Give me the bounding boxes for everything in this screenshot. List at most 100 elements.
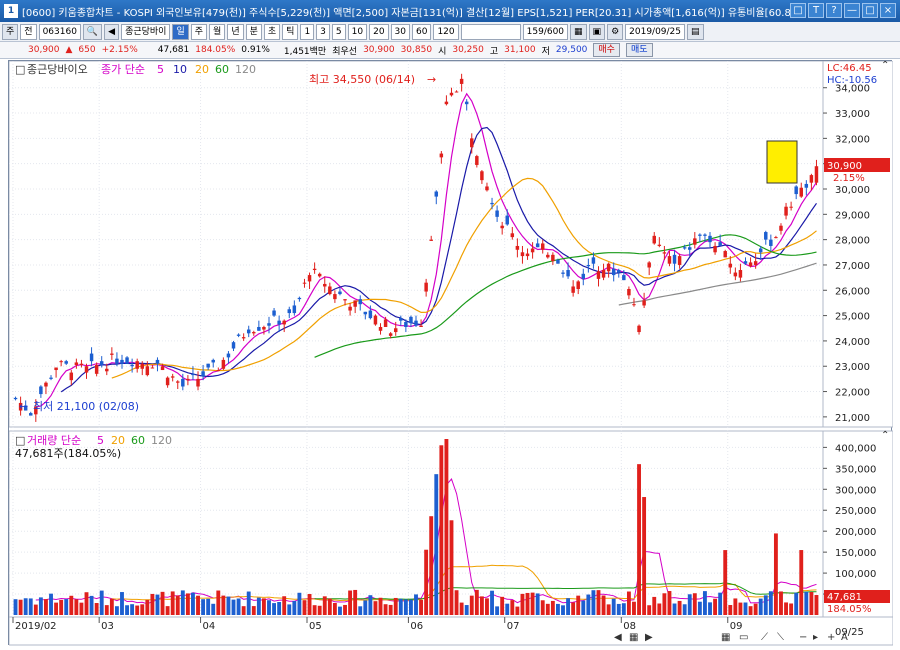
price-tick-label: 24,000 bbox=[835, 337, 870, 348]
fit-icon[interactable]: ▭ bbox=[739, 632, 748, 643]
tab-tick[interactable]: 틱 bbox=[282, 23, 299, 40]
minimize-icon[interactable]: — bbox=[844, 3, 860, 18]
help-icon[interactable]: ? bbox=[826, 3, 842, 18]
close-icon[interactable]: × bbox=[880, 3, 896, 18]
candle-body bbox=[505, 215, 509, 225]
volume-bar bbox=[535, 593, 540, 615]
volume-bar bbox=[723, 550, 728, 615]
sell-button[interactable]: 매도 bbox=[625, 43, 653, 57]
search-icon[interactable]: 🔍 bbox=[82, 23, 103, 40]
candle-body bbox=[317, 273, 322, 277]
candle-body bbox=[13, 397, 18, 400]
gear-icon[interactable]: ⚙ bbox=[607, 23, 624, 40]
grid-toggle-icon[interactable]: ▦ bbox=[721, 632, 730, 643]
price-panel[interactable] bbox=[8, 60, 824, 428]
volume-bar bbox=[120, 592, 124, 615]
volume-bar bbox=[525, 592, 530, 615]
interval-120[interactable]: 120 bbox=[433, 23, 459, 40]
buy-button[interactable]: 매수 bbox=[593, 43, 620, 57]
candle-body bbox=[236, 334, 241, 336]
diag-icon[interactable]: ⟍ bbox=[777, 632, 784, 643]
vol-ma-5: 5 bbox=[97, 434, 104, 447]
text-size-icon[interactable]: A bbox=[841, 632, 848, 643]
candle-body bbox=[252, 332, 256, 334]
volume-bar bbox=[241, 606, 246, 615]
volume-bar bbox=[485, 598, 489, 615]
zoom-out-icon[interactable]: − bbox=[799, 632, 807, 643]
custom-interval-input[interactable] bbox=[460, 23, 521, 40]
highlight-box[interactable] bbox=[766, 140, 798, 184]
calendar-icon[interactable]: ▤ bbox=[687, 23, 704, 40]
last-price-value: 30,900 bbox=[827, 161, 862, 172]
code-input[interactable]: 063160 bbox=[38, 23, 81, 40]
change-value: 650 bbox=[78, 45, 96, 55]
tab-minute[interactable]: 분 bbox=[245, 23, 262, 40]
candle-body bbox=[779, 225, 783, 231]
candle-body bbox=[758, 248, 763, 253]
interval-20[interactable]: 20 bbox=[369, 23, 389, 40]
candle-body bbox=[231, 342, 236, 349]
play-icon[interactable]: ▶ bbox=[645, 632, 653, 643]
volume-panel[interactable] bbox=[8, 430, 824, 618]
trend-icon[interactable]: ⟋ bbox=[761, 632, 768, 643]
tab-second[interactable]: 초 bbox=[263, 23, 281, 40]
price-tick-label: 23,000 bbox=[835, 362, 870, 373]
time-axis-end: 09/25 bbox=[835, 627, 864, 638]
scroll-right-icon[interactable]: ▸ bbox=[813, 632, 818, 643]
candle-body bbox=[176, 381, 180, 383]
volume-bar bbox=[59, 599, 64, 615]
stock-name-field[interactable]: 종근당바이 bbox=[121, 23, 171, 40]
candle-body bbox=[429, 239, 433, 241]
volume-bar bbox=[545, 603, 550, 615]
text-icon[interactable]: T bbox=[808, 3, 824, 18]
interval-10[interactable]: 10 bbox=[347, 23, 368, 40]
interval-1[interactable]: 1 bbox=[300, 23, 315, 40]
volume-collapse-icon[interactable]: □ bbox=[15, 434, 25, 447]
prev-icon[interactable]: ◀ bbox=[104, 23, 120, 40]
candle-body bbox=[368, 310, 373, 319]
panel-collapse-icon[interactable]: □ bbox=[15, 63, 25, 76]
candle-body bbox=[520, 252, 525, 257]
tab-week[interactable]: 주 bbox=[190, 23, 208, 40]
date-input[interactable]: 2019/09/25 bbox=[625, 23, 686, 40]
candle-body bbox=[586, 264, 591, 267]
month-label: 03 bbox=[101, 621, 114, 632]
tab-month[interactable]: 월 bbox=[209, 23, 226, 40]
candle-body bbox=[434, 191, 439, 197]
candle-body bbox=[297, 297, 302, 300]
expand-icon[interactable]: ⌃ bbox=[881, 430, 889, 441]
interval-5[interactable]: 5 bbox=[331, 23, 346, 40]
market-type-select[interactable]: 주 bbox=[2, 23, 19, 40]
grid-icon[interactable]: ▦ bbox=[570, 23, 587, 40]
first-icon[interactable]: ◀ bbox=[614, 632, 622, 643]
scroll-up-icon[interactable]: ⌃ bbox=[881, 60, 889, 71]
chart-area[interactable]: 34,00033,00032,00031,00030,00029,00028,0… bbox=[8, 60, 894, 646]
volume-panel-title: 거래량 단순 bbox=[27, 434, 81, 447]
candle-body bbox=[556, 259, 560, 264]
volume-bar bbox=[221, 595, 226, 615]
interval-30[interactable]: 30 bbox=[390, 23, 410, 40]
candle-body bbox=[571, 286, 575, 293]
volume-bar bbox=[611, 598, 616, 615]
interval-60[interactable]: 60 bbox=[412, 23, 432, 40]
month-label: 06 bbox=[410, 621, 423, 632]
tab-day[interactable]: 일 bbox=[172, 23, 189, 40]
save-icon[interactable]: ▣ bbox=[588, 23, 606, 40]
volume-bar bbox=[768, 591, 773, 615]
tab-year[interactable]: 년 bbox=[227, 23, 244, 40]
interval-3[interactable]: 3 bbox=[316, 23, 330, 40]
turnover-ratio: 0.91% bbox=[241, 45, 270, 55]
maximize-icon[interactable]: □ bbox=[862, 3, 878, 18]
candle-body bbox=[480, 171, 484, 181]
volume-bar bbox=[490, 590, 494, 615]
candle-body bbox=[439, 153, 444, 158]
candle-body bbox=[404, 321, 408, 327]
type2-select[interactable]: 전 bbox=[20, 23, 37, 40]
price-panel-title: 종근당바이오 bbox=[27, 63, 88, 76]
prev-page-icon[interactable]: ▦ bbox=[629, 632, 638, 643]
candle-body bbox=[617, 270, 621, 273]
chart-svg[interactable]: 34,00033,00032,00031,00030,00029,00028,0… bbox=[8, 60, 894, 646]
candle-body bbox=[804, 183, 809, 188]
restore-icon[interactable]: □ bbox=[790, 3, 806, 18]
zoom-in-icon[interactable]: + bbox=[827, 632, 835, 643]
